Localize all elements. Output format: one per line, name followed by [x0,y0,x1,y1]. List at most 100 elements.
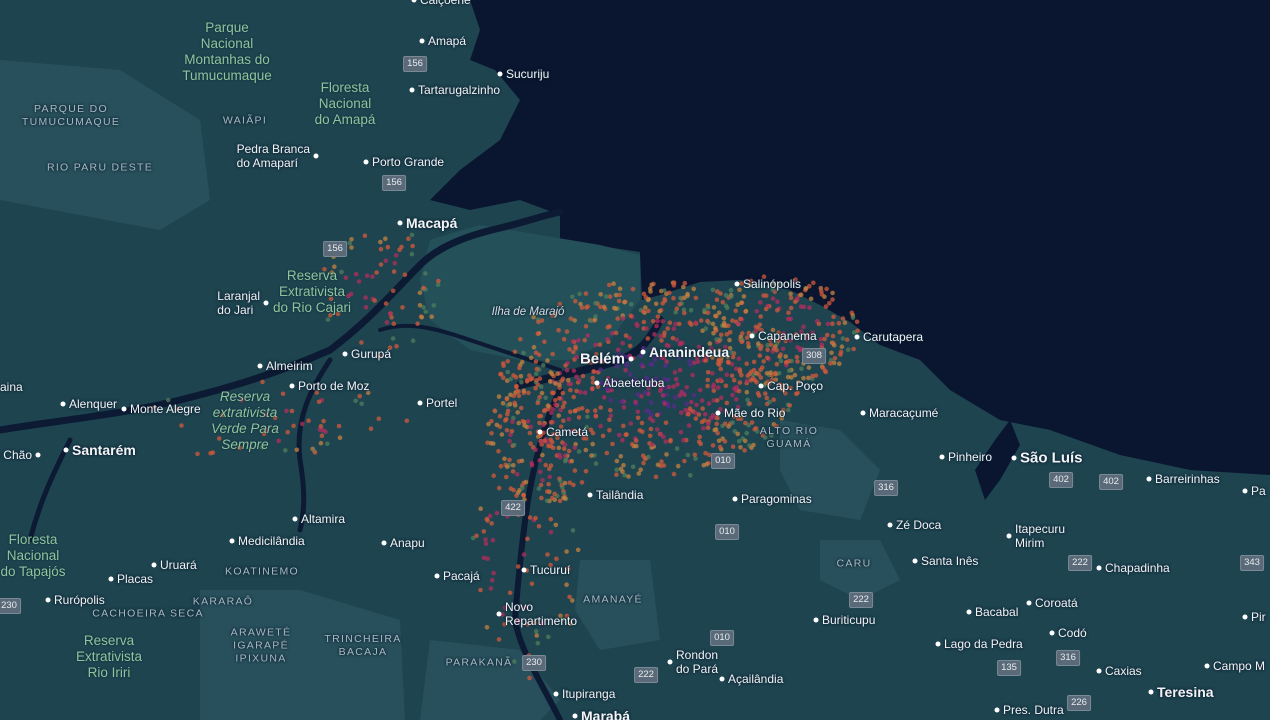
heat-cell [661,463,667,468]
city-label[interactable]: Carutapera [863,330,923,344]
heat-cell [593,408,598,413]
city-dot [45,597,51,603]
heat-cell [659,459,664,464]
city-label[interactable]: aina [0,380,23,394]
city-label[interactable]: Porto Grande [372,155,444,169]
city-label[interactable]: Pedra Branca do Amaparí [237,142,310,170]
city-label[interactable]: Anapu [390,536,425,550]
city-label[interactable]: Zé Doca [896,518,941,532]
heat-cell [621,405,627,410]
heat-cell [593,300,598,306]
city-label[interactable]: São Luís [1020,450,1083,467]
heat-cell [550,407,556,412]
heat-cell [512,400,517,406]
heat-cell [538,469,543,475]
heat-cell [507,457,512,463]
city-label[interactable]: Santa Inês [921,554,978,568]
city-label[interactable]: Teresina [1157,684,1214,700]
heat-cell [545,403,551,409]
city-label[interactable]: Marabá [581,708,630,720]
heat-cell [515,490,521,495]
city-label[interactable]: Paragominas [741,492,812,506]
heat-cell [536,352,542,358]
city-label[interactable]: Maracaçumé [869,406,938,420]
city-label[interactable]: Almeirim [266,359,313,373]
heat-cell [494,422,500,428]
city-label[interactable]: Laranjal do Jari [217,289,260,317]
city-label[interactable]: Cap. Poço [767,379,823,393]
city-label[interactable]: Pa [1251,484,1266,498]
city-label[interactable]: Belém [580,351,625,368]
heat-cell [517,365,522,371]
city-label[interactable]: Medicilândia [238,534,305,548]
city-label[interactable]: Ananindeua [649,344,729,360]
heat-cell [490,537,496,543]
city-dot [1011,455,1017,461]
heat-cell [713,313,718,319]
heat-cell [786,316,791,322]
city-label[interactable]: Calçoene [420,0,471,7]
map-canvas[interactable]: Calçoene Amapá Sucuriju Tartarugalzinho Pedr… [0,0,1270,720]
city-label[interactable]: Itupiranga [562,687,615,701]
city-label[interactable]: Amapá [428,34,466,48]
city-dot [594,380,600,386]
city-label[interactable]: Santarém [72,442,136,458]
city-label[interactable]: Codó [1058,626,1087,640]
heat-cell [654,427,660,432]
city-label[interactable]: Tailândia [596,488,643,502]
heat-cell [653,474,659,480]
city-label[interactable]: Sucuriju [506,67,549,81]
city-label[interactable]: Tucuruí [530,563,570,577]
city-label[interactable]: Bacabal [975,605,1018,619]
city-label[interactable]: Abaetetuba [603,376,664,390]
city-label[interactable]: Mãe do Rio [724,406,785,420]
city-label[interactable]: Alenquer [69,397,117,411]
city-label[interactable]: Lago da Pedra [944,637,1023,651]
heat-cell [537,395,542,400]
city-label[interactable]: Salinópolis [743,277,801,291]
heat-cell [654,323,659,329]
heat-cell [807,305,812,310]
heat-cell [619,399,624,405]
city-label[interactable]: Pinheiro [948,450,992,464]
city-dot [497,71,503,77]
city-dot [939,454,945,460]
city-label[interactable]: Tartarugalzinho [418,83,500,97]
city-label[interactable]: Rondon do Pará [676,648,718,676]
heat-cell [543,462,548,468]
city-dot [935,641,941,647]
city-label[interactable]: do Chão [0,448,32,462]
heat-cell [727,337,732,343]
city-label[interactable]: Gurupá [351,347,391,361]
city-label[interactable]: Campo M [1213,659,1265,673]
heat-cell [738,316,743,322]
heat-cell [724,400,730,406]
city-label[interactable]: Novo Repartimento [505,600,577,628]
city-label[interactable]: Barreirinhas [1155,472,1220,486]
city-label[interactable]: Rurópolis [54,593,105,607]
city-label[interactable]: Itapecuru Mirim [1015,522,1065,550]
heat-cell [744,378,750,384]
city-label[interactable]: Coroatá [1035,596,1078,610]
city-label[interactable]: Macapá [406,215,457,231]
city-label[interactable]: Cametá [546,425,588,439]
city-label[interactable]: Uruará [160,558,197,572]
city-label[interactable]: Capanema [758,329,817,343]
heat-cell [529,581,535,587]
heat-cell [743,308,749,314]
city-label[interactable]: Caxias [1105,664,1142,678]
city-label[interactable]: Chapadinha [1105,561,1170,575]
city-label[interactable]: Monte Alegre [130,402,201,416]
highway-shield: 402 [1099,474,1123,490]
city-label[interactable]: Pir [1251,610,1266,624]
city-label[interactable]: Porto de Moz [298,379,369,393]
city-label[interactable]: Pres. Dutra [1003,703,1064,717]
city-label[interactable]: Placas [117,572,153,586]
city-label[interactable]: Portel [426,396,457,410]
city-label[interactable]: Pacajá [443,569,480,583]
heat-cell [558,478,563,484]
heat-cell [772,370,778,376]
city-label[interactable]: Altamira [301,512,345,526]
city-label[interactable]: Açailândia [728,672,783,686]
city-label[interactable]: Buriticupu [822,613,875,627]
